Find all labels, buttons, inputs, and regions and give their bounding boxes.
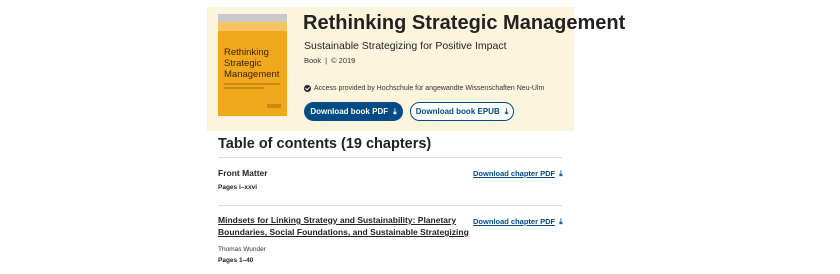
chapter-title-line: Mindsets for Linking Strategy and Sustai…	[218, 215, 457, 225]
divider	[218, 157, 562, 158]
book-subtitle: Sustainable Strategizing for Positive Im…	[304, 40, 507, 52]
download-icon: ⤓	[393, 106, 397, 116]
download-chapter-pdf-link[interactable]: Download chapter PDF ⤓	[473, 217, 563, 227]
book-year: © 2019	[331, 56, 356, 65]
chapter-pages: Pages 1–40	[218, 257, 254, 264]
chapter-title-line: Boundaries, Social Foundations, and Sust…	[218, 227, 469, 237]
chapter-pages: Pages i–xxvi	[218, 184, 258, 191]
divider	[218, 205, 562, 206]
download-icon: ⤓	[559, 217, 563, 226]
download-book-pdf-label: Download book PDF	[310, 107, 389, 116]
book-title: Rethinking Strategic Management	[303, 12, 626, 34]
cover-title-line: Rethinking	[224, 47, 269, 58]
book-cover-image[interactable]: Rethinking Strategic Management	[218, 14, 287, 116]
chapter-author: Thomas Wunder	[218, 246, 266, 253]
chapter-title-link[interactable]: Mindsets for Linking Strategy and Sustai…	[218, 214, 469, 238]
download-icon: ⤓	[504, 106, 509, 116]
cover-publisher-logo	[267, 104, 281, 108]
access-notice: Access provided by Hochschule für angewa…	[304, 85, 544, 92]
download-icon: ⤓	[559, 169, 563, 178]
download-chapter-pdf-label: Download chapter PDF	[473, 169, 556, 178]
download-book-pdf-button[interactable]: Download book PDF ⤓	[304, 102, 403, 121]
download-book-epub-label: Download book EPUB	[415, 107, 500, 116]
toc-heading: Table of contents (19 chapters)	[218, 136, 432, 152]
access-text: Access provided by Hochschule für angewa…	[314, 85, 545, 92]
cover-subtitle-bar	[224, 83, 280, 85]
book-meta: Book | © 2019	[304, 56, 355, 65]
meta-separator: |	[325, 56, 328, 65]
cover-subtitle-bar	[224, 87, 264, 89]
book-type: Book	[304, 56, 322, 65]
cover-title-line: Management	[224, 69, 280, 80]
download-chapter-pdf-label: Download chapter PDF	[473, 217, 556, 226]
cover-title-line: Strategic	[224, 58, 262, 69]
download-book-epub-button[interactable]: Download book EPUB ⤓	[410, 102, 514, 121]
cover-top-band	[218, 14, 287, 22]
cover-author-band	[218, 22, 287, 31]
check-icon	[304, 85, 311, 92]
download-chapter-pdf-link[interactable]: Download chapter PDF ⤓	[473, 169, 563, 179]
chapter-title: Front Matter	[218, 168, 268, 178]
